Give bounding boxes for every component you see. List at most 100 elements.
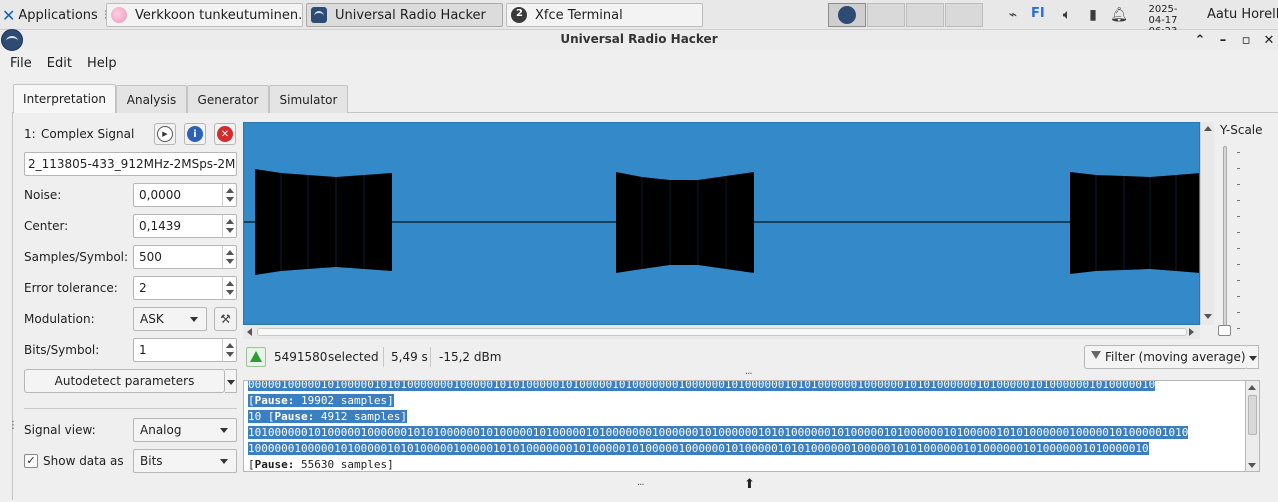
scroll-down-icon[interactable] [1204, 314, 1212, 319]
autodetect-button[interactable]: Autodetect parameters [24, 369, 225, 393]
noise-spinbox[interactable]: 0,0000 [133, 183, 237, 207]
show-data-select[interactable]: Bits [133, 449, 237, 473]
filter-menu-button[interactable] [1247, 345, 1259, 369]
terminal-icon [511, 7, 527, 23]
demodulated-output[interactable]: 0000010000010100000101010000000100000101… [243, 380, 1246, 472]
close-button[interactable]: ✕ [1260, 31, 1278, 49]
center-label: Center: [24, 219, 69, 233]
scroll-thumb[interactable] [1248, 395, 1257, 435]
task-browser[interactable]: Verkkoon tunkeutuminen... [106, 3, 303, 27]
noise-value: 0,0000 [139, 188, 181, 202]
close-signal-button[interactable]: ✕ [214, 123, 236, 145]
chevron-down-icon [190, 317, 198, 322]
menu-file[interactable]: File [5, 56, 37, 71]
output-line-4: 1000000100000101000001010100000100000101… [248, 442, 1149, 455]
yscale-handle[interactable] [1218, 325, 1231, 336]
task-terminal[interactable]: Xfce Terminal [506, 3, 703, 27]
splitter-handle[interactable]: ⋮ [8, 420, 18, 431]
ytick [1237, 184, 1240, 185]
scroll-down-icon[interactable] [1248, 463, 1256, 468]
workspace-3[interactable] [906, 3, 944, 27]
notification-bell-icon[interactable]: 🔔︎ [1110, 6, 1128, 24]
menubar: File Edit Help [0, 52, 122, 74]
spin-arrows[interactable] [222, 246, 236, 268]
chevron-down-icon [227, 380, 235, 385]
signal-name[interactable]: Complex Signal [41, 127, 134, 141]
spin-arrows[interactable] [222, 215, 236, 237]
ytick [1237, 312, 1240, 313]
replay-button[interactable]: ▶ [154, 123, 176, 145]
yscale-label: Y-Scale [1220, 123, 1263, 137]
tolerance-spinbox[interactable]: 2 [133, 276, 237, 300]
ytick [1237, 152, 1240, 153]
output-line-0: 0000010000010100000101010000000100000101… [248, 380, 1156, 391]
scroll-up-icon[interactable] [1248, 385, 1256, 390]
output-scrollbar[interactable] [1246, 380, 1260, 472]
menu-edit[interactable]: Edit [42, 56, 77, 71]
center-spinbox[interactable]: 0,1439 [133, 214, 237, 238]
scroll-right-icon[interactable] [1189, 328, 1194, 336]
ytick [1237, 200, 1240, 201]
sps-spinbox[interactable]: 500 [133, 245, 237, 269]
divider [24, 408, 237, 409]
show-data-value: Bits [140, 454, 163, 468]
signal-view-select[interactable]: Analog [133, 418, 237, 442]
info-button[interactable]: i [184, 123, 206, 145]
spin-arrows[interactable] [222, 184, 236, 206]
applications-menu[interactable]: ✕ Applications ⁝ [0, 3, 108, 27]
workspace-2[interactable] [867, 3, 905, 27]
xfce-logo-icon: ✕ [2, 5, 16, 25]
filename-field[interactable]: 2_113805-433_912MHz-2MSps-2MHz [24, 152, 237, 176]
graph-horizontal-scrollbar[interactable] [243, 325, 1200, 339]
center-value: 0,1439 [139, 219, 181, 233]
ytick [1237, 280, 1240, 281]
workspace-4[interactable] [945, 3, 983, 27]
minimize-button[interactable]: – [1214, 31, 1232, 49]
chevron-down-icon [220, 428, 228, 433]
scroll-thumb[interactable] [257, 328, 1187, 336]
ytick [1237, 232, 1240, 233]
keyboard-layout[interactable]: FI [1031, 6, 1045, 21]
scroll-up-icon[interactable] [1204, 126, 1212, 131]
noise-label: Noise: [24, 188, 62, 202]
ytick [1237, 296, 1240, 297]
user-menu[interactable]: Aatu Horelli [1207, 7, 1278, 22]
tab-generator[interactable]: Generator [187, 85, 269, 113]
network-icon[interactable]: ⌁ [1004, 6, 1022, 24]
signal-graph[interactable] [243, 122, 1200, 325]
graph-vertical-scrollbar[interactable] [1200, 122, 1214, 325]
autodetect-menu-button[interactable] [225, 369, 237, 393]
volume-icon[interactable]: 🔈︎ [1058, 6, 1076, 24]
zoom-to-selection-button[interactable] [246, 347, 266, 367]
selected-samples[interactable]: 5491580 [274, 350, 327, 364]
show-data-checkbox[interactable]: ✓ [24, 454, 38, 468]
maximize-button[interactable]: ▫ [1237, 31, 1255, 49]
signal-number: 1: [24, 127, 36, 141]
menu-help[interactable]: Help [82, 56, 122, 71]
task-label: Universal Radio Hacker [335, 7, 486, 23]
workspace-1[interactable] [828, 3, 866, 27]
modulation-select[interactable]: ASK [133, 307, 207, 331]
chevron-up-icon[interactable]: ⌃ [1191, 31, 1209, 49]
tab-interpretation[interactable]: Interpretation [13, 84, 116, 113]
tab-analysis[interactable]: Analysis [116, 85, 187, 113]
signal-view-value: Analog [140, 423, 182, 437]
browser-icon [111, 7, 127, 23]
output-line-3: 1010000001010000010000001010100000010100… [248, 426, 1189, 439]
tolerance-value: 2 [139, 281, 147, 295]
bps-spinbox[interactable]: 1 [133, 338, 237, 362]
bps-value: 1 [139, 343, 147, 357]
tab-simulator[interactable]: Simulator [269, 85, 348, 113]
splitter-handle[interactable]: ··· [637, 480, 644, 491]
advanced-modulation-button[interactable]: ⚒ [214, 307, 237, 331]
spin-arrows[interactable] [222, 339, 236, 361]
spin-arrows[interactable] [222, 277, 236, 299]
scroll-left-icon[interactable] [247, 328, 252, 336]
yscale-slider[interactable] [1223, 146, 1227, 332]
autodetect-label: Autodetect parameters [54, 374, 195, 388]
filter-button[interactable]: Filter (moving average) [1084, 345, 1248, 369]
selected-label: selected [328, 350, 379, 364]
task-urh[interactable]: Universal Radio Hacker [306, 3, 503, 27]
battery-icon[interactable]: ▮ [1084, 6, 1102, 24]
splitter-handle[interactable]: ··· [745, 369, 752, 380]
